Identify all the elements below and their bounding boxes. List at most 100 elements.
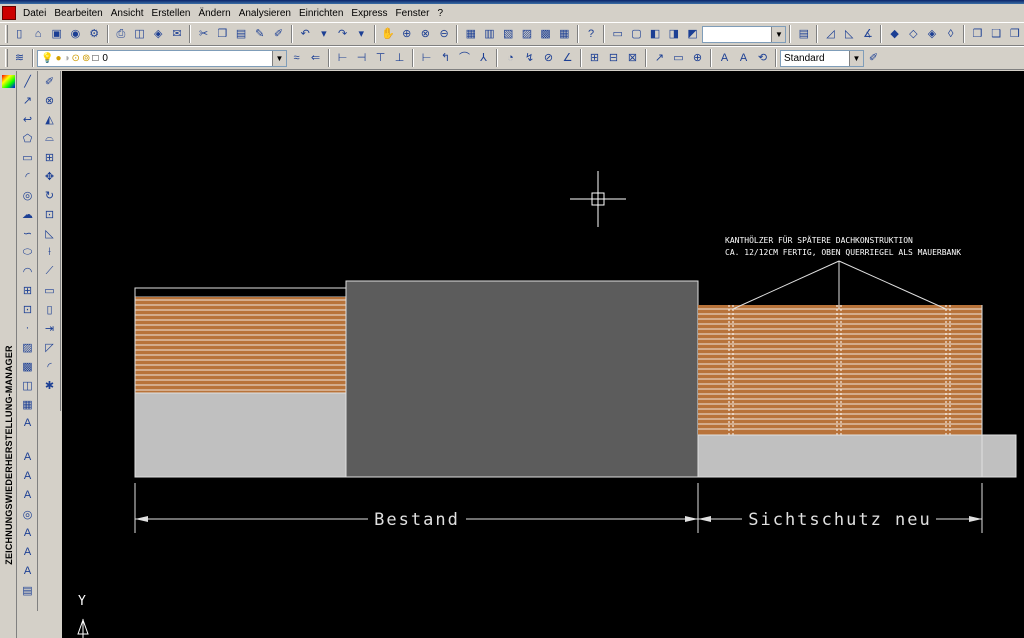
text-icon[interactable]: A — [19, 448, 37, 466]
calculator-icon[interactable]: ▦ — [556, 26, 573, 43]
make-block-icon[interactable]: ⊡ — [19, 300, 37, 318]
toolpalette-icon[interactable]: ▥ — [481, 26, 498, 43]
stretch-icon[interactable]: ◺ — [41, 224, 59, 242]
toolbar-grip[interactable] — [5, 49, 8, 67]
drawing-canvas[interactable]: KANTHÖLZER FÜR SPÄTERE DACHKONSTRUKTION … — [62, 71, 1024, 638]
dim-aligned-icon[interactable]: ◺ — [841, 26, 858, 43]
erase-icon[interactable]: ✐ — [41, 72, 59, 90]
plot-icon[interactable]: ◈ — [150, 26, 167, 43]
copy-icon[interactable]: ❐ — [214, 26, 231, 43]
text-style-icon[interactable]: A — [19, 543, 37, 561]
dim-update-icon[interactable]: ⟲ — [754, 50, 771, 67]
hatch-icon[interactable]: ▨ — [19, 338, 37, 356]
menu-express[interactable]: Express — [347, 8, 391, 19]
move-icon[interactable]: ✥ — [41, 167, 59, 185]
dim-angular-icon[interactable]: ∡ — [860, 26, 877, 43]
paste-icon[interactable]: ▤ — [233, 26, 250, 43]
workspace-lock-icon[interactable]: ◩ — [684, 26, 701, 43]
cut-icon[interactable]: ✂ — [195, 26, 212, 43]
zoom-realtime-icon[interactable]: ⊕ — [398, 26, 415, 43]
workspace-settings-icon[interactable]: ◧ — [647, 26, 664, 43]
menu-datei[interactable]: Datei — [19, 8, 50, 19]
toolbar-grip[interactable] — [5, 25, 8, 43]
lights-icon[interactable]: ◇ — [905, 26, 922, 43]
dimstyle-icon[interactable]: ✐ — [865, 50, 882, 67]
print-icon[interactable]: ⎙ — [113, 26, 130, 43]
find-text-icon[interactable]: ◎ — [19, 505, 37, 523]
dim-align-icon[interactable]: ↰ — [437, 50, 454, 67]
materials-icon[interactable]: ◈ — [924, 26, 941, 43]
explode-icon[interactable]: ✱ — [41, 376, 59, 394]
new-icon[interactable]: ▯ — [11, 26, 28, 43]
pan-icon[interactable]: ✋ — [380, 26, 397, 43]
mtext-icon[interactable]: A — [19, 414, 37, 432]
point-icon[interactable]: · — [19, 319, 37, 337]
matchprop-icon[interactable]: ✎ — [251, 26, 268, 43]
line-icon[interactable]: ╱ — [19, 72, 37, 90]
menu-bearbeiten[interactable]: Bearbeiten — [50, 8, 106, 19]
leader-icon[interactable]: ↗ — [651, 50, 668, 67]
dtext-icon[interactable]: A — [19, 467, 37, 485]
dim-angle-icon[interactable]: ∠ — [559, 50, 576, 67]
make-current-icon[interactable]: ≈ — [288, 50, 305, 67]
layer-prev-icon[interactable]: ⇐ — [307, 50, 324, 67]
scale-icon[interactable]: ⊡ — [41, 205, 59, 223]
save-icon[interactable]: ▣ — [48, 26, 65, 43]
workspace-combo[interactable]: ▼ — [701, 25, 787, 43]
redo-icon[interactable]: ↷ — [334, 26, 351, 43]
menu-ansicht[interactable]: Ansicht — [107, 8, 148, 19]
menu-fenster[interactable]: Fenster — [392, 8, 434, 19]
offset-icon[interactable]: ⌓ — [41, 129, 59, 147]
xline-icon[interactable]: ↗ — [19, 91, 37, 109]
chamfer-icon[interactable]: ◸ — [41, 338, 59, 356]
scale-text-icon[interactable]: A — [19, 562, 37, 580]
copy-object-icon[interactable]: ⊗ — [41, 91, 59, 109]
dim-jogged-icon[interactable]: ↯ — [521, 50, 538, 67]
extend-icon[interactable]: ⟋ — [41, 262, 59, 280]
menu-einrichten[interactable]: Einrichten — [295, 8, 347, 19]
layer-combo[interactable]: 💡 ● ◑ ⊙ ⊚ □ 0 ▼ — [37, 49, 287, 67]
justify-text-icon[interactable]: ▤ — [19, 581, 37, 599]
dimstyle-combo[interactable]: Standard ▼ — [780, 49, 864, 67]
chevron-down-icon[interactable]: ▼ — [849, 50, 863, 66]
dim-textedit-icon[interactable]: A — [735, 50, 752, 67]
region-icon[interactable]: ◫ — [19, 376, 37, 394]
chevron-down-icon[interactable]: ▼ — [771, 26, 786, 42]
undo-icon[interactable]: ↶ — [297, 26, 314, 43]
render-icon[interactable]: ◆ — [886, 26, 903, 43]
break-point-icon[interactable]: ▭ — [41, 281, 59, 299]
drawing-svg[interactable]: KANTHÖLZER FÜR SPÄTERE DACHKONSTRUKTION … — [62, 71, 1024, 638]
rectangle-icon[interactable]: ▭ — [19, 148, 37, 166]
undo-dropdown-icon[interactable]: ▾ — [316, 26, 333, 43]
tolerance-icon[interactable]: ▭ — [670, 50, 687, 67]
chevron-down-icon[interactable]: ▼ — [272, 50, 286, 66]
etransmit-icon[interactable]: ✉ — [169, 26, 186, 43]
dim-linear-icon[interactable]: ◿ — [822, 26, 839, 43]
array-icon[interactable]: ⊞ — [41, 148, 59, 166]
open-icon[interactable]: ⌂ — [30, 26, 47, 43]
dim-hor-icon[interactable]: ⊢ — [418, 50, 435, 67]
ellipse-arc-icon[interactable]: ◠ — [19, 262, 37, 280]
join-icon[interactable]: ⇥ — [41, 319, 59, 337]
sheetset-icon[interactable]: ▧ — [500, 26, 517, 43]
zoom-previous-icon[interactable]: ⊖ — [436, 26, 453, 43]
polygon-icon[interactable]: ⬠ — [19, 129, 37, 147]
edit-text-icon[interactable]: A — [19, 486, 37, 504]
designcenter-icon[interactable]: ▦ — [462, 26, 479, 43]
menu-analysieren[interactable]: Analysieren — [235, 8, 295, 19]
workspace-icon[interactable]: ▢ — [628, 26, 645, 43]
spline-icon[interactable]: ∽ — [19, 224, 37, 242]
workspace-switch-icon[interactable]: ◨ — [665, 26, 682, 43]
dim-continue-icon[interactable]: ⊤ — [372, 50, 389, 67]
window-arrange-icon[interactable]: ❒ — [1006, 26, 1023, 43]
fillet-icon[interactable]: ◜ — [41, 357, 59, 375]
polyline-icon[interactable]: ↩ — [19, 110, 37, 128]
menu-erstellen[interactable]: Erstellen — [148, 8, 195, 19]
properties-icon[interactable]: ⚙ — [86, 26, 103, 43]
break-icon[interactable]: ▯ — [41, 300, 59, 318]
layer-manager-icon[interactable]: ≋ — [11, 50, 28, 67]
window-tile-icon[interactable]: ❑ — [988, 26, 1005, 43]
workspace-save-icon[interactable]: ▭ — [609, 26, 626, 43]
dim-ordinate-icon[interactable]: ⅄ — [475, 50, 492, 67]
revcloud-icon[interactable]: ☁ — [19, 205, 37, 223]
